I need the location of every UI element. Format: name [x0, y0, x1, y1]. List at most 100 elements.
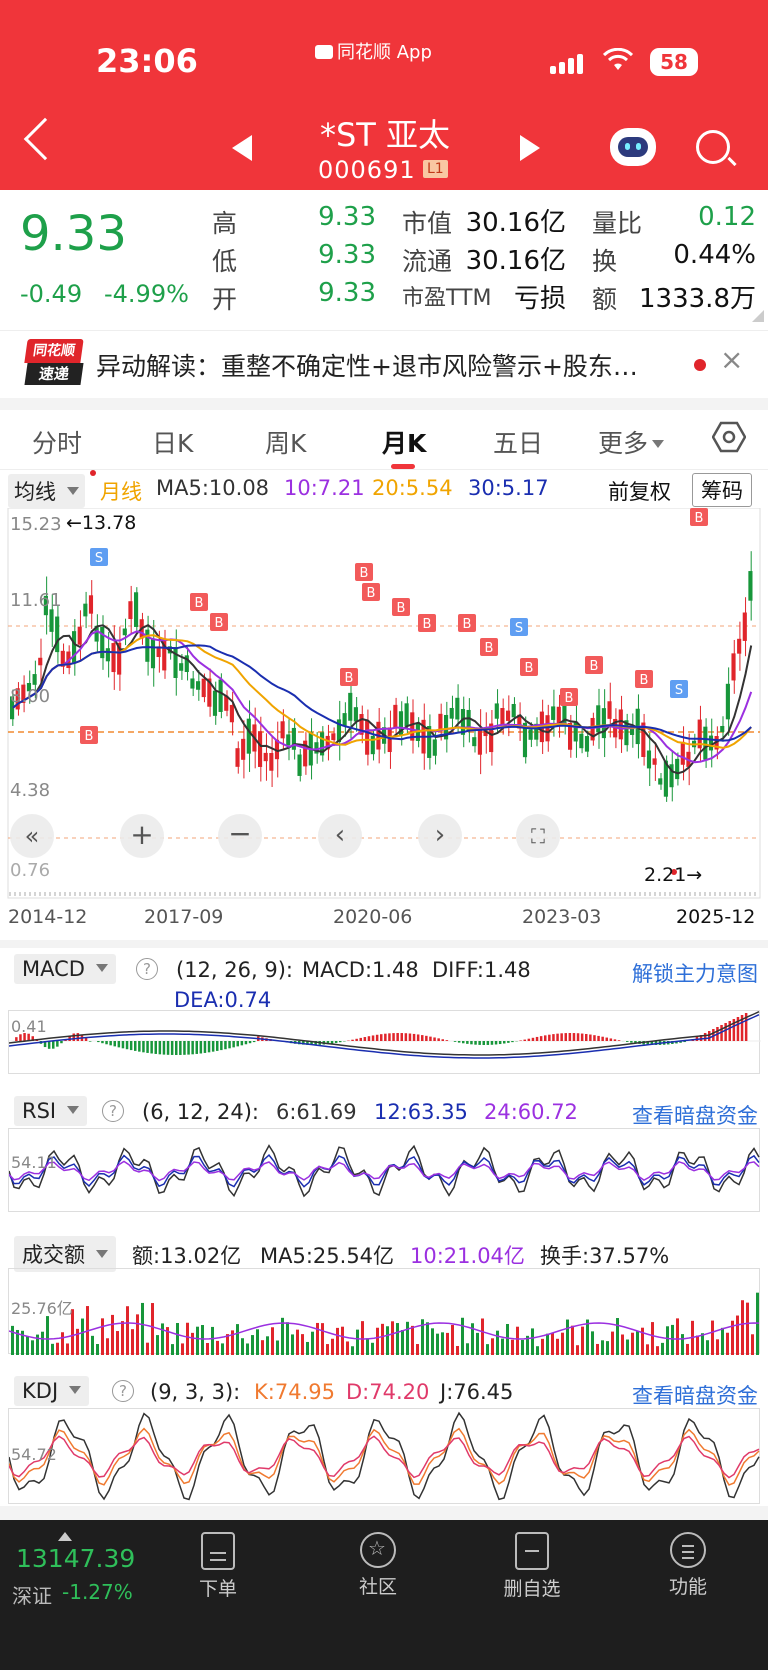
candle-body [269, 752, 274, 771]
macd-bar [593, 1035, 596, 1041]
macd-bar [179, 1041, 182, 1055]
macd-chart[interactable]: 0.41 [8, 1010, 761, 1074]
tab-daily-k[interactable]: 日K [152, 424, 193, 460]
volume-bar [26, 1336, 29, 1355]
macd-bar [580, 1033, 584, 1041]
macd-bar [724, 1023, 727, 1041]
chips-button[interactable]: 筹码 [692, 473, 752, 507]
nav-functions[interactable]: 功能 [638, 1532, 738, 1599]
macd-bar [170, 1041, 174, 1055]
volume-bar [696, 1335, 699, 1355]
macd-bar [527, 1038, 531, 1041]
candle-body [432, 739, 437, 756]
macd-bar [236, 1041, 239, 1047]
label-high: 高 [212, 209, 238, 238]
scroll-left-fast-icon[interactable]: « [10, 814, 54, 858]
volume-bar [236, 1324, 239, 1355]
volume-bar [751, 1334, 754, 1355]
zoom-in-icon[interactable]: + [120, 814, 164, 858]
zoom-out-icon[interactable]: − [218, 814, 262, 858]
kdj-chart[interactable]: 54.72 [8, 1408, 760, 1504]
tab-five-day[interactable]: 五日 [493, 424, 543, 460]
monthly-kline-chart[interactable]: SBBBBBBBSBBSBBBBBB 15.23 ←13.78 11.61 8.… [0, 507, 768, 940]
back-button[interactable] [23, 117, 67, 161]
tab-more[interactable]: 更多 [598, 424, 665, 460]
macd-bar [703, 1033, 707, 1041]
volume-bar [196, 1326, 199, 1355]
tab-weekly-k[interactable]: 周K [265, 424, 306, 460]
candle-body [742, 612, 747, 641]
kdj-d-value: D:74.20 [346, 1380, 430, 1404]
nav-place-order[interactable]: 下单 [168, 1532, 268, 1601]
label-float: 流通 [402, 247, 453, 276]
help-icon[interactable]: ? [102, 1100, 124, 1122]
volume-bar [386, 1326, 389, 1355]
index-value[interactable]: 13147.39 [16, 1544, 135, 1573]
macd-bar [121, 1041, 125, 1049]
unlock-main-intent-link[interactable]: 解锁主力意图 [632, 958, 758, 988]
expand-corner-icon[interactable] [752, 310, 764, 322]
macd-select[interactable]: MACD [14, 954, 116, 984]
signal-label: B [640, 673, 649, 688]
volume-bar [276, 1340, 279, 1355]
volume-bar [576, 1345, 579, 1355]
volume-bar [66, 1343, 69, 1355]
view-dark-pool-link[interactable]: 查看暗盘资金 [632, 1100, 758, 1130]
tab-monthly-k[interactable]: 月K [382, 424, 426, 460]
adjust-select[interactable]: 前复权 [608, 476, 671, 506]
scroll-right-icon[interactable]: › [418, 814, 462, 858]
scroll-left-icon[interactable]: ‹ [318, 814, 362, 858]
view-dark-pool-link[interactable]: 查看暗盘资金 [632, 1380, 758, 1410]
macd-bar [531, 1037, 535, 1041]
volume-bar [411, 1325, 414, 1355]
volume-bar [451, 1324, 454, 1355]
nav-community[interactable]: ☆ 社区 [328, 1532, 428, 1599]
y-label: 8.00 [10, 686, 51, 707]
diff-line [8, 1011, 760, 1056]
macd-bar [359, 1037, 362, 1041]
quote-panel: 9.33 -0.49 -4.99% 高 低 开 9.33 9.33 9.33 市… [0, 190, 768, 326]
period-tabs: 分时 日K 周K 月K 五日 更多 [0, 410, 768, 470]
volume-bar [191, 1332, 194, 1355]
rsi-chart[interactable]: 54.11 [8, 1128, 760, 1212]
kdj-select[interactable]: KDJ [14, 1376, 89, 1406]
nav-remove-watchlist[interactable]: 删自选 [482, 1532, 582, 1601]
ma-select[interactable]: 均线 [8, 474, 85, 508]
expand-up-icon[interactable] [58, 1532, 72, 1541]
macd-bar [408, 1033, 412, 1041]
signal-label: B [525, 661, 534, 676]
search-icon[interactable] [696, 130, 730, 164]
y-label: 4.38 [10, 780, 51, 801]
help-icon[interactable]: ? [112, 1380, 134, 1402]
news-banner[interactable]: 同花顺 速递 异动解读：重整不确定性+退市风险警示+股东… × [0, 330, 768, 398]
macd-bar [166, 1041, 170, 1055]
news-text[interactable]: 异动解读：重整不确定性+退市风险警示+股东… [96, 347, 676, 383]
volume-chart[interactable]: 25.76亿 [8, 1268, 760, 1355]
status-app-label: 同花顺 App [315, 38, 432, 64]
ai-assistant-robot-icon[interactable] [610, 128, 656, 166]
settings-hexagon-icon[interactable] [711, 420, 747, 454]
next-stock-button[interactable] [520, 135, 540, 161]
volume-select[interactable]: 成交额 [14, 1236, 116, 1272]
news-close-button[interactable]: × [720, 343, 743, 376]
prev-stock-button[interactable] [232, 135, 252, 161]
macd-bar [355, 1038, 358, 1041]
x-label: 2020-06 [333, 906, 413, 928]
help-icon[interactable]: ? [136, 958, 158, 980]
rsi-select[interactable]: RSI [14, 1096, 87, 1126]
volume-bar [446, 1332, 449, 1355]
macd-bar [47, 1041, 51, 1049]
macd-bar [482, 1041, 485, 1045]
volume-bar [746, 1302, 749, 1355]
candle-body [212, 690, 218, 716]
ma-type: 月线 [100, 480, 142, 504]
chevron-down-icon [66, 487, 79, 495]
candle-body [708, 735, 714, 751]
macd-bar [207, 1041, 211, 1053]
tab-intraday[interactable]: 分时 [32, 424, 82, 460]
signal-label: B [565, 691, 574, 706]
fullscreen-icon[interactable]: ⛶ [516, 814, 560, 858]
macd-bar [380, 1034, 383, 1041]
macd-bar [441, 1039, 444, 1041]
volume-bar [406, 1321, 409, 1355]
